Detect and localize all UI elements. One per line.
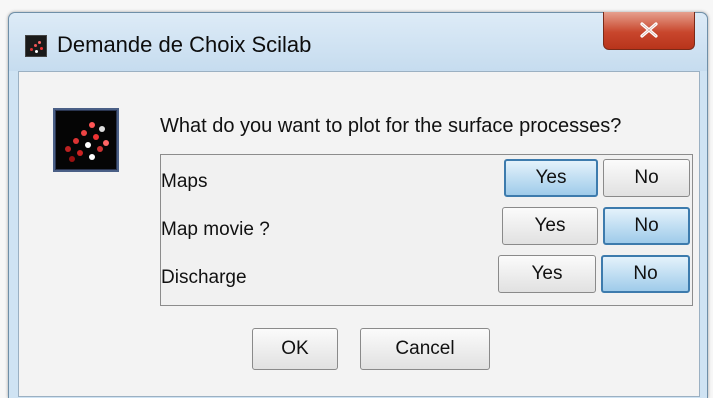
choice-label: Map movie ? [161,219,270,240]
close-icon [640,22,658,38]
dialog-content: What do you want to plot for the surface… [18,71,700,397]
discharge-no-button[interactable]: No [601,255,690,293]
choice-row-map-movie: Map movie ? Yes No [161,207,692,251]
scilab-app-icon [25,35,47,57]
discharge-yes-button[interactable]: Yes [498,255,596,293]
dialog-window: Demande de Choix Scilab What do you want… [8,12,708,398]
cancel-button[interactable]: Cancel [360,328,490,370]
choice-label: Discharge [161,267,247,288]
map-movie-yes-button[interactable]: Yes [502,207,598,245]
question-text: What do you want to plot for the surface… [160,115,622,137]
window-title: Demande de Choix Scilab [57,32,312,57]
maps-no-button[interactable]: No [603,159,690,197]
choices-panel: Maps Yes No Map movie ? Yes No Discharge… [160,154,693,306]
map-movie-no-button[interactable]: No [603,207,690,245]
choice-row-discharge: Discharge Yes No [161,255,692,299]
close-button[interactable] [603,12,695,50]
title-bar[interactable]: Demande de Choix Scilab [9,12,707,71]
ok-button[interactable]: OK [252,328,338,370]
choice-row-maps: Maps Yes No [161,159,692,203]
choice-label: Maps [161,171,208,192]
maps-yes-button[interactable]: Yes [504,159,598,197]
scilab-dialog-icon [53,108,119,172]
